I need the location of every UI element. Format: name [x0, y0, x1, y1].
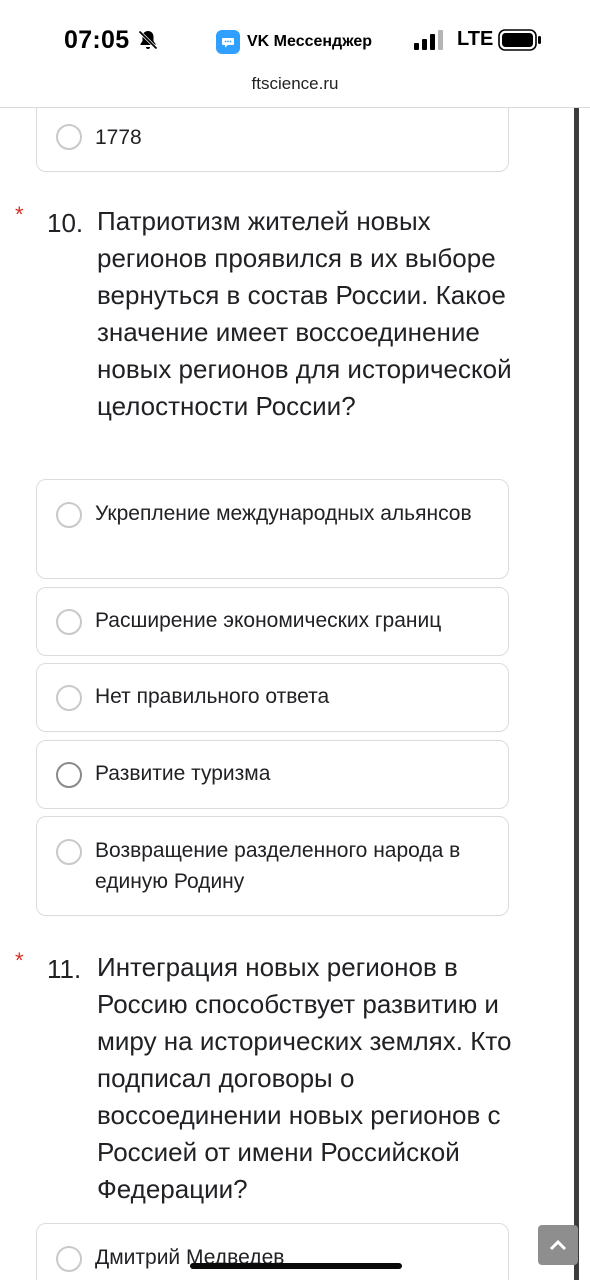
required-mark: *	[15, 948, 24, 973]
option-label: Нет правильного ответа	[95, 685, 330, 708]
option-label: Расширение экономических границ	[95, 609, 442, 632]
page: 07:05 VK Мессенджер LTE ftscience.ru 177…	[0, 0, 590, 1280]
option-label: Возвращение разделенного народа в единую…	[95, 839, 461, 893]
question-text: Интеграция новых регионов в Россию спосо…	[97, 952, 512, 1204]
home-indicator[interactable]	[190, 1263, 402, 1269]
option-card[interactable]: Развитие туризма	[36, 740, 509, 809]
option-card[interactable]: Укрепление международных альянсов	[36, 479, 509, 579]
status-time: 07:05	[64, 26, 130, 54]
radio-button[interactable]	[56, 762, 82, 788]
radio-button[interactable]	[56, 124, 82, 150]
radio-button[interactable]	[56, 685, 82, 711]
network-type: LTE	[457, 28, 494, 50]
scrollbar[interactable]	[574, 108, 579, 1280]
radio-button[interactable]	[56, 609, 82, 635]
radio-button[interactable]	[56, 839, 82, 865]
chevron-up-icon	[549, 1239, 567, 1251]
option-label: 1778	[95, 126, 142, 149]
question-number: 11.	[47, 954, 82, 984]
option-card[interactable]: Возвращение разделенного народа в единую…	[36, 816, 509, 916]
page-url[interactable]: ftscience.ru	[0, 74, 590, 94]
option-label: Укрепление международных альянсов	[95, 502, 472, 525]
app-name: VK Мессенджер	[247, 33, 373, 50]
option-card[interactable]: Расширение экономических границ	[36, 587, 509, 656]
bell-slash-icon	[138, 30, 158, 50]
option-card[interactable]: Нет правильного ответа	[36, 663, 509, 732]
question-text: Патриотизм жителей новых регионов прояви…	[97, 206, 512, 421]
scroll-top-button[interactable]	[538, 1225, 578, 1265]
required-mark: *	[15, 202, 24, 227]
option-label: Развитие туризма	[95, 762, 271, 785]
back-to-app-button[interactable]: VK Мессенджер	[216, 28, 372, 56]
radio-button[interactable]	[56, 1246, 82, 1272]
status-bar: 07:05 VK Мессенджер LTE ftscience.ru	[0, 0, 590, 108]
option-card[interactable]: 1778	[36, 100, 509, 172]
option-card[interactable]: Дмитрий Медведев	[36, 1223, 509, 1280]
signal-bars-icon	[414, 30, 443, 50]
question-number: 10.	[47, 208, 84, 238]
battery-icon	[498, 29, 541, 51]
radio-button[interactable]	[56, 502, 82, 528]
vk-messenger-icon	[216, 30, 240, 54]
